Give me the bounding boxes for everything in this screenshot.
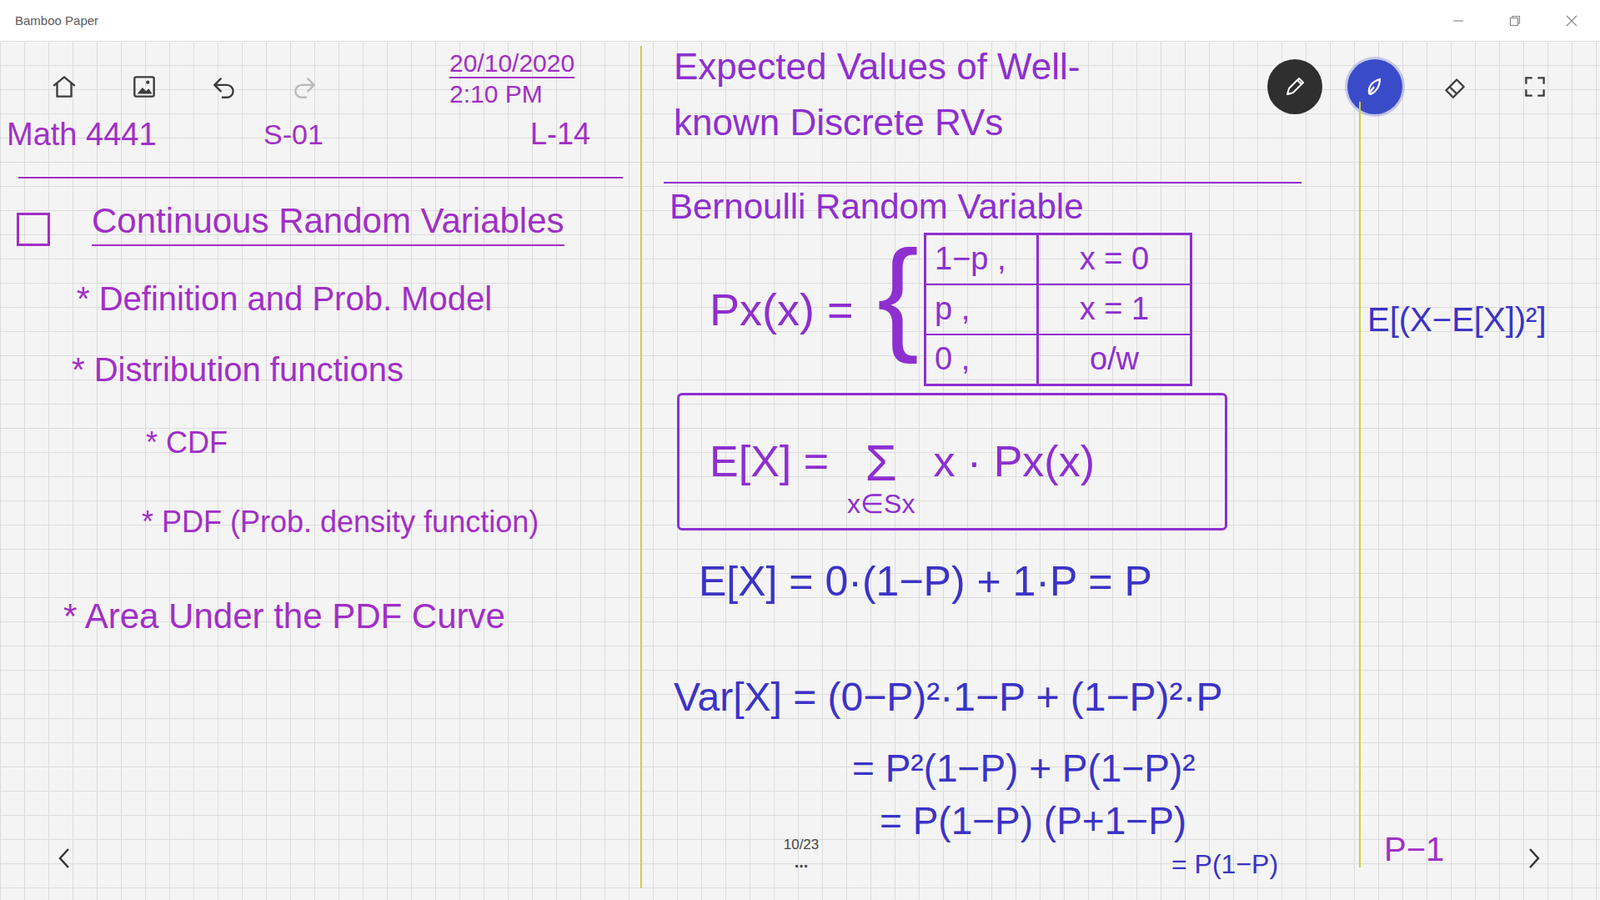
topic-item: * Area Under the PDF Curve (63, 596, 506, 637)
more-button[interactable]: ... (791, 852, 813, 875)
previous-page-button[interactable] (47, 839, 81, 877)
home-button[interactable] (44, 66, 85, 107)
note-lecture: L-14 (530, 116, 591, 151)
restore-button[interactable] (1486, 0, 1544, 41)
pmf-condition: x = 0 (1036, 235, 1190, 284)
pmf-condition: x = 1 (1036, 285, 1190, 334)
tool-picker (1267, 59, 1563, 115)
close-button[interactable] (1543, 0, 1600, 41)
eraser-tool[interactable] (1427, 59, 1483, 115)
pmf-row: 0 ,o/w (926, 335, 1190, 384)
note-date: 20/10/2020 (449, 50, 575, 79)
pmf-value: 1−p , (926, 235, 1037, 284)
heading-rule (663, 181, 1302, 184)
section-heading: Expected Values of Well- (673, 45, 1081, 89)
topic-title: Continuous Random Variables (91, 200, 565, 246)
pencil-icon (1281, 73, 1309, 101)
pen-tool[interactable] (1347, 59, 1403, 115)
redo-button[interactable] (284, 66, 325, 107)
derivation-line: = P(1−P) (1171, 848, 1279, 880)
topic-item: * Definition and Prob. Model (76, 279, 492, 318)
column-divider (640, 45, 643, 888)
redo-icon (290, 72, 319, 101)
minimize-button[interactable] (1429, 0, 1487, 41)
formula-lhs: E[X] = (709, 436, 829, 487)
note-section: S-01 (263, 118, 324, 151)
topic-item: * Distribution functions (71, 350, 404, 389)
bamboo-paper-window: Bamboo Paper 20/10/20202:10 PM Math 4441 S-… (0, 0, 1600, 900)
column-divider (1359, 101, 1361, 868)
selection-icon (1520, 72, 1550, 101)
derivation-line: Var[X] = (0−P)²·1−P + (1−P)²·P (673, 673, 1223, 720)
pmf-table: 1−p ,x = 0p ,x = 10 ,o/w (923, 232, 1193, 387)
sigma-sign: Σ (865, 436, 898, 489)
undo-button[interactable] (204, 66, 245, 107)
next-page-button[interactable] (1517, 839, 1551, 877)
chevron-right-icon (1524, 845, 1544, 871)
subsection-heading: Bernoulli Random Variable (669, 186, 1084, 227)
sum-term: x · Px(x) (932, 436, 1095, 487)
expectation-formula-box: E[X] = Σx∈Sx x · Px(x) (677, 392, 1228, 531)
topic-item: * PDF (Prob. density function) (141, 504, 539, 539)
window-title: Bamboo Paper (15, 13, 99, 28)
pmf-row: p ,x = 1 (926, 285, 1190, 336)
select-tool[interactable] (1507, 59, 1563, 115)
image-icon (130, 72, 159, 101)
close-icon (1565, 15, 1578, 27)
pmf-value: p , (926, 285, 1037, 334)
section-heading: known Discrete RVs (673, 101, 1004, 145)
pmf-value: 0 , (926, 335, 1037, 384)
pmf-brace: { (877, 219, 919, 370)
pmf-row: 1−p ,x = 0 (926, 235, 1190, 286)
undo-icon (210, 72, 239, 101)
sum-index: x∈Sx (847, 488, 915, 520)
derivation-line: E[X] = 0·(1−P) + 1·P = P (698, 557, 1153, 607)
page-indicator: 10/23... (759, 836, 843, 875)
eraser-icon (1440, 72, 1470, 101)
header-rule (18, 176, 623, 179)
page-actions (44, 66, 325, 107)
page-number: 10/23 (783, 836, 820, 853)
title-bar: Bamboo Paper (0, 0, 1600, 41)
sum-operator: Σx∈Sx (847, 436, 915, 520)
chevron-left-icon (55, 845, 74, 871)
topic-item: * CDF (145, 425, 228, 460)
restore-icon (1509, 15, 1521, 27)
margin-note: E[(X−E[X])²] (1367, 300, 1547, 339)
derivation-line: = P²(1−P) + P(1−P)² (852, 746, 1196, 791)
topic-checkbox[interactable] (16, 212, 51, 246)
pmf-label: Px(x) = (709, 283, 854, 336)
notebook-page[interactable]: 20/10/20202:10 PM Math 4441 S-01 L-14 Contin… (0, 40, 1600, 900)
note-course: Math 4441 (6, 116, 157, 154)
derivation-line: = P(1−P) (P+1−P) (879, 798, 1187, 843)
image-button[interactable] (124, 66, 165, 107)
home-icon (50, 72, 79, 101)
pmf-condition: o/w (1036, 335, 1190, 384)
window-controls (1429, 0, 1600, 41)
margin-note: P−1 (1384, 829, 1445, 868)
minimize-icon (1452, 15, 1465, 27)
fountain-pen-icon (1361, 73, 1389, 101)
note-time: 2:10 PM (449, 80, 543, 110)
pencil-tool[interactable] (1267, 59, 1323, 115)
